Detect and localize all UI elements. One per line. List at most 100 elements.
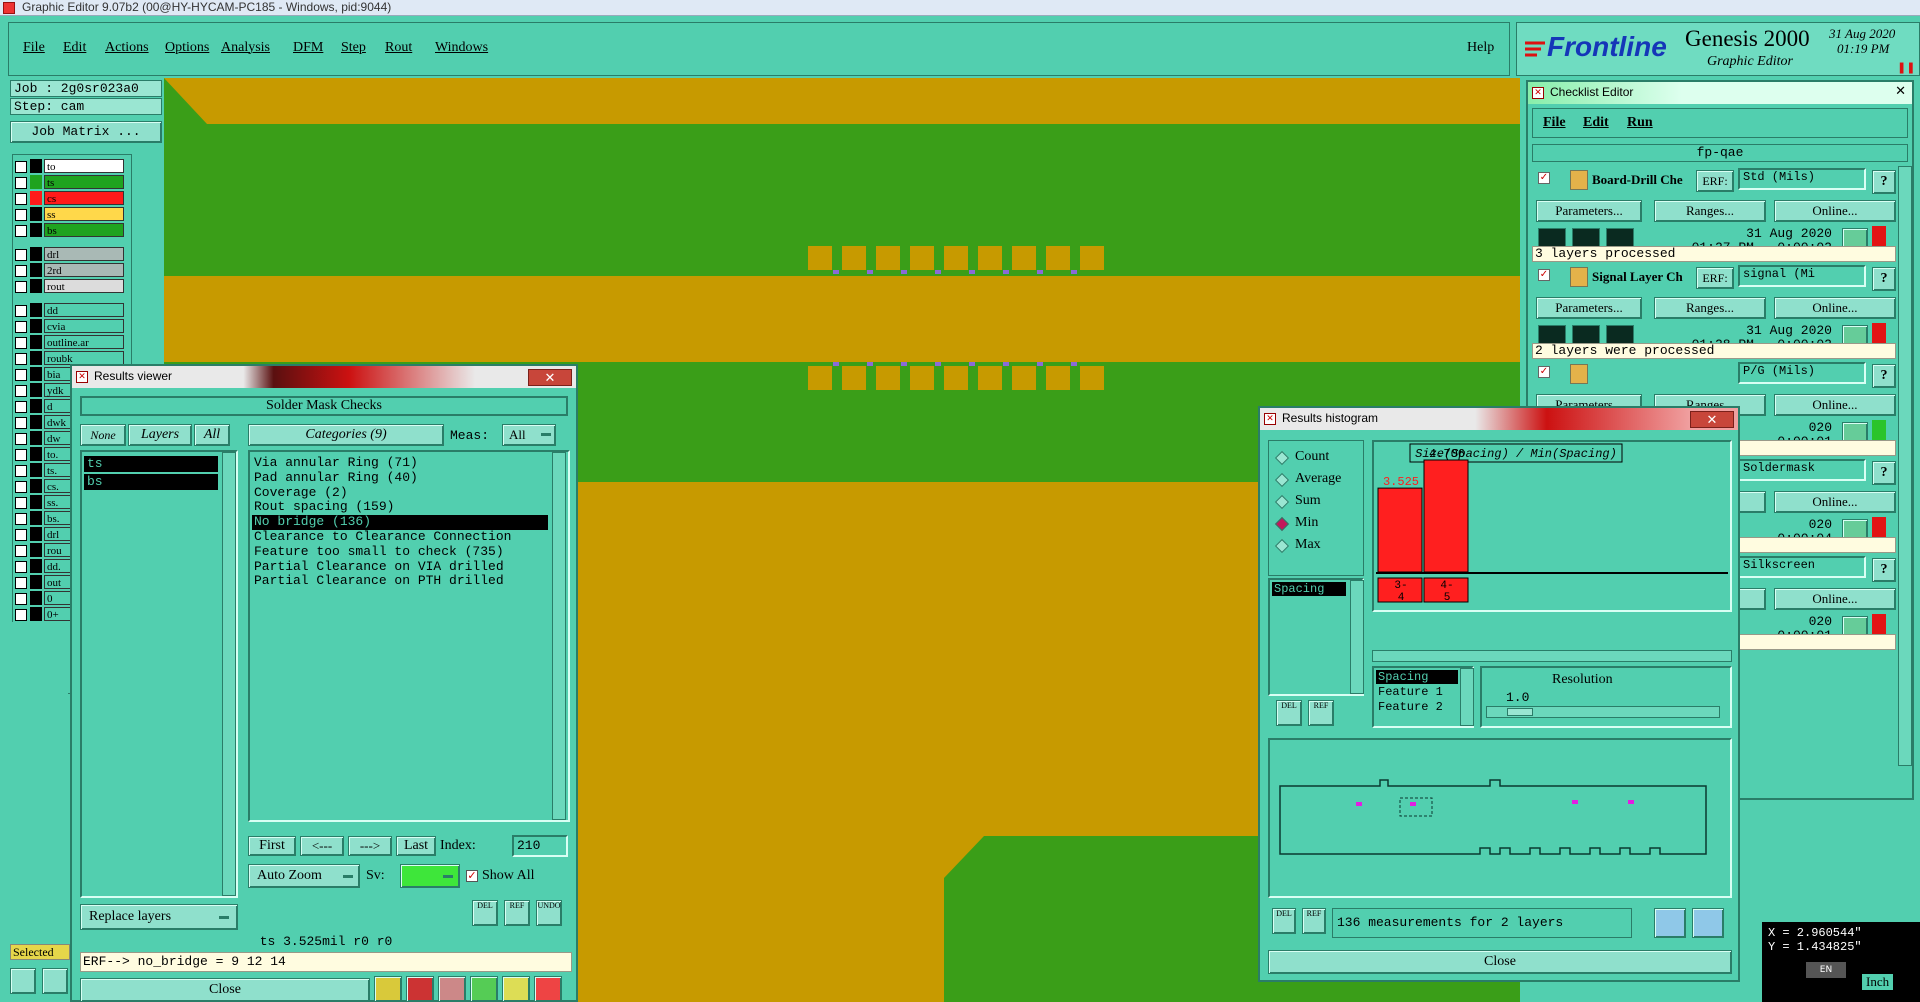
hist-ref-icon[interactable]: REF bbox=[1308, 700, 1334, 726]
layer-row[interactable]: 2rd bbox=[13, 263, 125, 278]
mode-label[interactable]: Max bbox=[1295, 537, 1321, 553]
job-matrix-button[interactable]: Job Matrix ... bbox=[10, 121, 162, 143]
tool-select-icon[interactable] bbox=[10, 968, 36, 994]
resolution-slider[interactable] bbox=[1486, 706, 1720, 718]
menu-help[interactable]: Help bbox=[1467, 40, 1494, 56]
layer-swatch[interactable] bbox=[30, 383, 42, 397]
none-button[interactable]: None bbox=[80, 424, 126, 446]
layer-checkbox[interactable] bbox=[15, 545, 27, 557]
categories-button[interactable]: Categories (9) bbox=[248, 424, 444, 446]
layer-swatch[interactable] bbox=[30, 319, 42, 333]
all-layers-button[interactable]: All bbox=[194, 424, 230, 446]
tool-icon-5[interactable] bbox=[502, 976, 530, 1002]
online-button[interactable]: Online... bbox=[1774, 394, 1896, 416]
menu-options[interactable]: Options bbox=[165, 40, 209, 56]
layer-swatch[interactable] bbox=[30, 607, 42, 621]
undo-icon[interactable]: UNDO bbox=[536, 900, 562, 926]
checklist-menu-run[interactable]: Run bbox=[1627, 115, 1653, 131]
layer-checkbox[interactable] bbox=[15, 481, 27, 493]
layer-name[interactable]: dd bbox=[44, 303, 124, 317]
menu-dfm[interactable]: DFM bbox=[293, 40, 323, 56]
layer-swatch[interactable] bbox=[30, 511, 42, 525]
layer-checkbox[interactable] bbox=[15, 209, 27, 221]
rv-category-item[interactable]: Partial Clearance on PTH drilled bbox=[252, 574, 548, 589]
layer-name[interactable]: ss bbox=[44, 207, 124, 221]
layer-name[interactable]: 2rd bbox=[44, 263, 124, 277]
layer-name[interactable]: cs bbox=[44, 191, 124, 205]
layer-swatch[interactable] bbox=[30, 223, 42, 237]
histogram-close-button[interactable]: Close bbox=[1268, 950, 1732, 974]
layer-swatch[interactable] bbox=[30, 543, 42, 557]
online-button[interactable]: Online... bbox=[1774, 297, 1896, 319]
layer-swatch[interactable] bbox=[30, 591, 42, 605]
tool-measure-icon[interactable] bbox=[42, 968, 68, 994]
checklist-menu-file[interactable]: File bbox=[1543, 115, 1566, 131]
rv-category-item[interactable]: Coverage (2) bbox=[252, 486, 548, 501]
layer-name[interactable]: roubk bbox=[44, 351, 124, 365]
online-button[interactable]: Online... bbox=[1774, 200, 1896, 222]
layer-checkbox[interactable] bbox=[15, 609, 27, 621]
layer-row[interactable]: to bbox=[13, 159, 125, 174]
summary-ref-icon[interactable]: REF bbox=[1302, 908, 1326, 934]
layer-swatch[interactable] bbox=[30, 335, 42, 349]
index-input[interactable]: 210 bbox=[512, 835, 568, 857]
mode-radio[interactable] bbox=[1274, 472, 1290, 488]
layer-checkbox[interactable] bbox=[15, 465, 27, 477]
layer-checkbox[interactable] bbox=[15, 449, 27, 461]
layer-checkbox[interactable] bbox=[15, 497, 27, 509]
summary-del-icon[interactable]: DEL bbox=[1272, 908, 1296, 934]
last-button[interactable]: Last bbox=[396, 836, 436, 856]
layer-checkbox[interactable] bbox=[15, 401, 27, 413]
close-icon[interactable]: ✕ bbox=[528, 369, 572, 386]
rv-category-item[interactable]: Rout spacing (159) bbox=[252, 500, 548, 515]
layer-checkbox[interactable] bbox=[15, 337, 27, 349]
export-icon[interactable] bbox=[1654, 908, 1686, 938]
rv-layer-item[interactable]: ts bbox=[84, 456, 218, 472]
erf-button[interactable]: ERF: bbox=[1696, 267, 1734, 289]
layer-swatch[interactable] bbox=[30, 303, 42, 317]
parameters-button[interactable]: Parameters... bbox=[1536, 200, 1642, 222]
layer-swatch[interactable] bbox=[30, 399, 42, 413]
auto-zoom-select[interactable]: Auto Zoom bbox=[248, 864, 360, 888]
close-icon[interactable]: ✕ bbox=[1690, 411, 1734, 428]
layer-swatch[interactable] bbox=[30, 207, 42, 221]
close-icon[interactable]: ✕ bbox=[1895, 84, 1906, 99]
layer-swatch[interactable] bbox=[30, 495, 42, 509]
layer-name[interactable]: cvia bbox=[44, 319, 124, 333]
layer-swatch[interactable] bbox=[30, 431, 42, 445]
histogram-icon[interactable] bbox=[534, 976, 562, 1002]
parameters-button[interactable]: Parameters... bbox=[1536, 297, 1642, 319]
help-icon[interactable]: ? bbox=[1872, 364, 1896, 388]
attr-item[interactable]: Spacing bbox=[1272, 582, 1346, 596]
ref-icon[interactable]: REF bbox=[504, 900, 530, 926]
layer-swatch[interactable] bbox=[30, 159, 42, 173]
layer-checkbox[interactable] bbox=[15, 385, 27, 397]
first-button[interactable]: First bbox=[248, 836, 296, 856]
meas-select[interactable]: All bbox=[502, 424, 556, 446]
ranges-button[interactable]: Ranges... bbox=[1654, 200, 1766, 222]
menu-rout[interactable]: Rout bbox=[385, 40, 412, 56]
layer-swatch[interactable] bbox=[30, 247, 42, 261]
layer-row[interactable]: ts bbox=[13, 175, 125, 190]
menu-step[interactable]: Step bbox=[341, 40, 366, 56]
language-indicator[interactable]: EN bbox=[1806, 962, 1846, 978]
layer-swatch[interactable] bbox=[30, 175, 42, 189]
menu-analysis[interactable]: Analysis bbox=[221, 40, 270, 56]
layer-checkbox[interactable] bbox=[15, 321, 27, 333]
item-enable-checkbox[interactable]: ✓ bbox=[1538, 366, 1550, 378]
tool-icon-2[interactable] bbox=[406, 976, 434, 1002]
tool-icon-1[interactable] bbox=[374, 976, 402, 1002]
feature-item[interactable]: Spacing bbox=[1376, 670, 1458, 684]
resolution-slider-thumb[interactable] bbox=[1507, 708, 1533, 716]
rv-category-item[interactable]: Clearance to Clearance Connection bbox=[252, 530, 548, 545]
show-all-checkbox[interactable]: ✓ bbox=[466, 870, 478, 882]
mode-radio[interactable] bbox=[1274, 538, 1290, 554]
mode-radio[interactable] bbox=[1274, 494, 1290, 510]
rv-category-item[interactable]: Pad annular Ring (40) bbox=[252, 471, 548, 486]
feature-item[interactable]: Feature 1 bbox=[1376, 685, 1458, 699]
layer-row[interactable]: rout bbox=[13, 279, 125, 294]
tool-icon-4[interactable] bbox=[470, 976, 498, 1002]
layer-swatch[interactable] bbox=[30, 367, 42, 381]
layer-row[interactable]: cs bbox=[13, 191, 125, 206]
layer-swatch[interactable] bbox=[30, 447, 42, 461]
